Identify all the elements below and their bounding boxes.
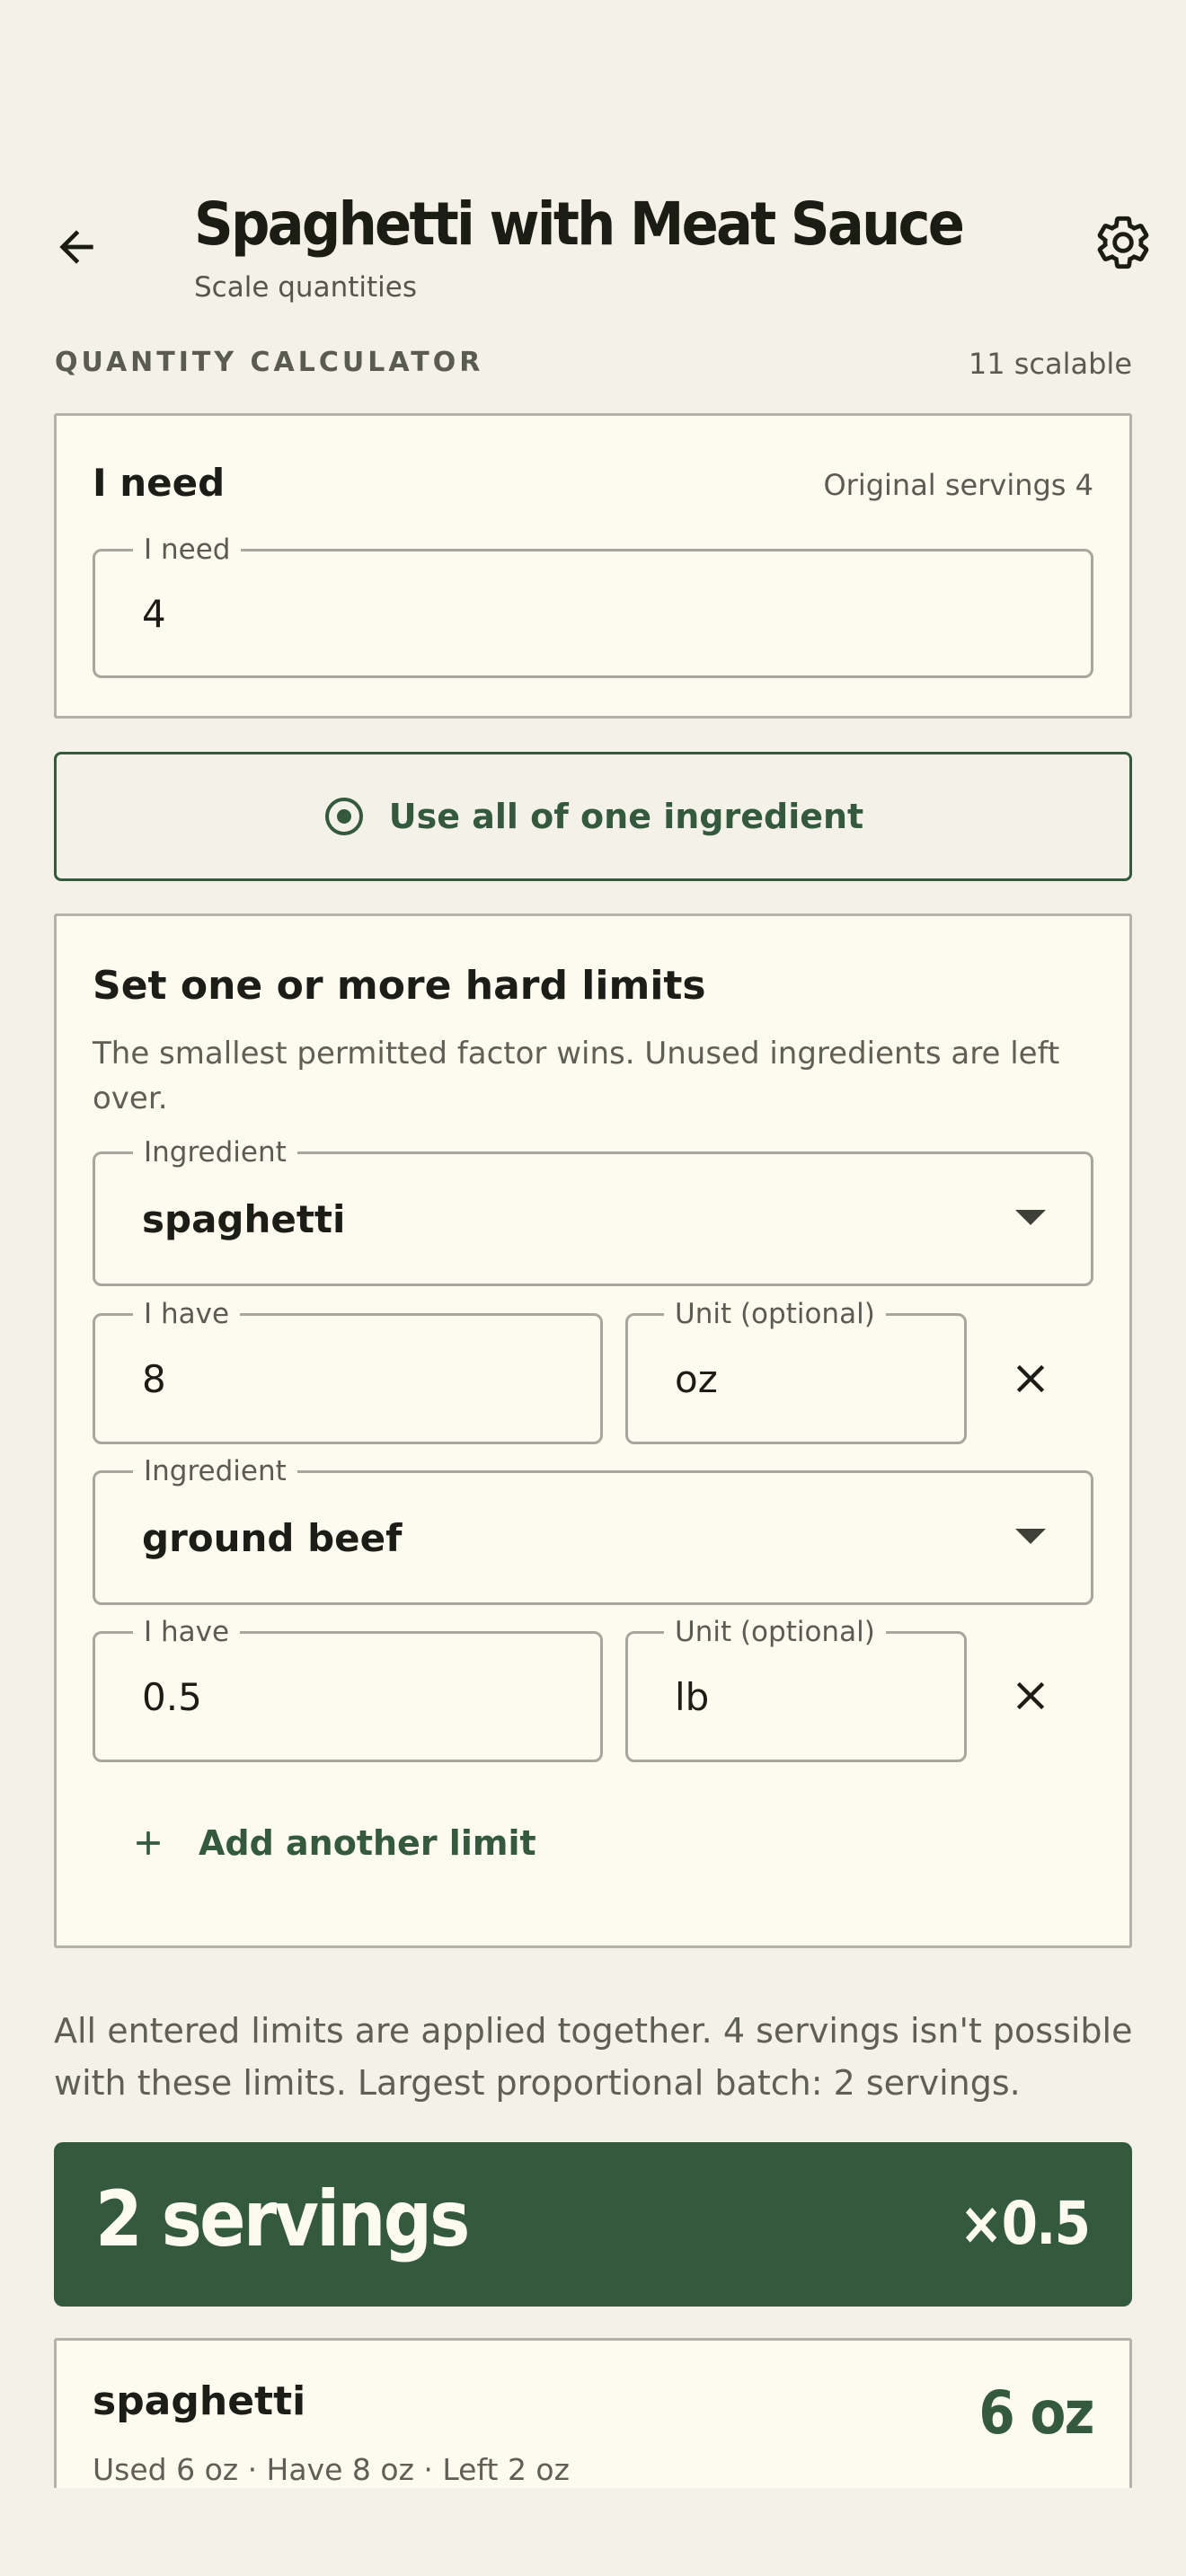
ingredient-label: Ingredient — [133, 1134, 297, 1170]
page-subtitle: Scale quantities — [194, 271, 417, 304]
chevron-down-icon — [1015, 1529, 1046, 1544]
have-label: I have — [133, 1296, 241, 1332]
close-icon — [1016, 1681, 1045, 1710]
limits-card: Set one or more hard limits The smallest… — [54, 913, 1132, 1948]
chevron-down-icon — [1015, 1210, 1046, 1225]
limits-summary: All entered limits are applied together.… — [54, 2011, 1133, 2103]
use-all-ingredient-button[interactable]: Use all of one ingredient — [54, 752, 1132, 881]
section-label: QUANTITY CALCULATOR — [55, 347, 484, 378]
add-limit-button[interactable]: Add another limit — [128, 1823, 536, 1863]
close-icon — [1016, 1364, 1045, 1393]
original-servings: Original servings 4 — [823, 468, 1093, 502]
ingredient-label: Ingredient — [133, 1453, 297, 1489]
scale-factor: ×0.5 — [959, 2189, 1090, 2258]
have-value[interactable]: 0.5 — [142, 1675, 202, 1719]
result-item-quantity: 6 oz — [978, 2378, 1095, 2448]
unit-value[interactable]: lb — [675, 1675, 709, 1719]
add-limit-label: Add another limit — [199, 1823, 536, 1863]
result-banner: 2 servings ×0.5 — [54, 2142, 1132, 2307]
have-amount-field-1[interactable]: I have 8 — [93, 1296, 603, 1444]
have-amount-field-2[interactable]: I have 0.5 — [93, 1614, 603, 1762]
unit-value[interactable]: oz — [675, 1357, 718, 1401]
ingredient-select-1[interactable]: Ingredient spaghetti — [93, 1134, 1093, 1286]
settings-button[interactable] — [1078, 202, 1168, 283]
limits-description: The smallest permitted factor wins. Unus… — [93, 1036, 1060, 1116]
need-card: I need Original servings 4 I need 4 — [54, 413, 1132, 719]
unit-label: Unit (optional) — [664, 1614, 886, 1650]
remove-limit-button-1[interactable] — [986, 1334, 1075, 1424]
need-heading: I need — [93, 461, 226, 505]
use-all-ingredient-label: Use all of one ingredient — [388, 797, 864, 836]
plus-icon — [137, 1831, 160, 1855]
have-label: I have — [133, 1614, 241, 1650]
back-button[interactable] — [36, 207, 117, 287]
bottom-area — [0, 2488, 1186, 2576]
radio-target-icon — [324, 798, 363, 835]
gear-icon — [1097, 216, 1149, 269]
servings-needed-value[interactable]: 4 — [142, 592, 166, 636]
page-title: Spaghetti with Meat Sauce — [194, 190, 965, 259]
remove-limit-button-2[interactable] — [986, 1651, 1075, 1741]
result-servings: 2 servings — [95, 2175, 470, 2264]
limits-heading: Set one or more hard limits — [93, 963, 706, 1009]
servings-needed-label: I need — [133, 532, 242, 568]
have-value[interactable]: 8 — [142, 1357, 166, 1401]
ingredient-value: ground beef — [142, 1516, 403, 1560]
servings-needed-field[interactable]: I need 4 — [93, 532, 1093, 678]
result-item-detail: Used 6 oz · Have 8 oz · Left 2 oz — [93, 2452, 570, 2487]
ingredient-value: spaghetti — [142, 1197, 346, 1241]
unit-field-1[interactable]: Unit (optional) oz — [625, 1296, 967, 1444]
scalable-count: 11 scalable — [968, 347, 1132, 381]
arrow-left-icon — [59, 230, 93, 264]
result-item-name: spaghetti — [93, 2378, 306, 2424]
ingredient-select-2[interactable]: Ingredient ground beef — [93, 1453, 1093, 1605]
unit-field-2[interactable]: Unit (optional) lb — [625, 1614, 967, 1762]
unit-label: Unit (optional) — [664, 1296, 886, 1332]
